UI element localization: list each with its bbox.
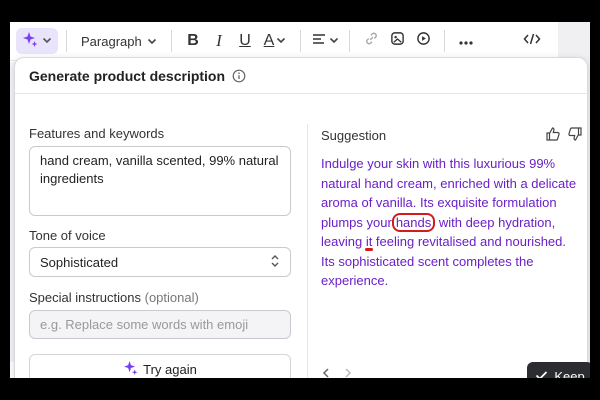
source-code-button[interactable] xyxy=(517,28,547,54)
keep-button[interactable]: Keep xyxy=(527,362,590,378)
editor-toolbar: Paragraph B I U A xyxy=(10,22,558,61)
text-color-icon: A xyxy=(263,32,275,49)
ai-assistant-button[interactable] xyxy=(16,28,58,54)
suggestion-pager xyxy=(321,366,353,378)
italic-icon: I xyxy=(216,31,222,50)
column-divider xyxy=(307,124,308,378)
media-icon xyxy=(416,31,431,51)
toolbar-divider xyxy=(300,30,301,52)
instructions-input[interactable]: e.g. Replace some words with emoji xyxy=(29,310,291,339)
generate-description-panel: Generate product description Features an… xyxy=(14,57,590,378)
chevron-down-icon xyxy=(329,32,339,50)
link-button[interactable] xyxy=(358,28,384,54)
suggestion-text: Indulge your skin with this luxurious 99… xyxy=(321,154,579,291)
toolbar-divider xyxy=(66,30,67,52)
unfold-icon xyxy=(270,254,280,271)
chevron-down-icon xyxy=(147,34,157,49)
ai-sparkle-icon xyxy=(22,31,38,52)
features-label: Features and keywords xyxy=(29,126,165,141)
thumbs-down-icon[interactable] xyxy=(567,126,583,147)
underline-button[interactable]: U xyxy=(232,28,258,54)
underline-icon: U xyxy=(239,32,251,49)
align-icon xyxy=(312,32,326,50)
paragraph-style-select[interactable]: Paragraph xyxy=(75,28,163,54)
circled-word-annotation: hands xyxy=(391,212,436,232)
align-button[interactable] xyxy=(309,28,341,54)
link-icon xyxy=(364,31,379,51)
chevron-left-icon[interactable] xyxy=(321,366,331,378)
panel-title: Generate product description xyxy=(29,67,226,84)
media-button[interactable] xyxy=(410,28,436,54)
thumbs-up-icon[interactable] xyxy=(545,126,561,147)
info-icon[interactable] xyxy=(232,69,246,83)
try-again-button[interactable]: Try again xyxy=(29,354,291,378)
panel-header: Generate product description xyxy=(15,58,587,94)
image-button[interactable] xyxy=(384,28,410,54)
sparkle-icon xyxy=(123,360,138,378)
toolbar-divider xyxy=(171,30,172,52)
chevron-down-icon xyxy=(276,32,286,50)
tone-value: Sophisticated xyxy=(40,254,119,270)
try-again-label: Try again xyxy=(143,361,197,377)
tone-select[interactable]: Sophisticated xyxy=(29,247,291,277)
check-icon xyxy=(535,369,548,378)
bold-icon: B xyxy=(187,32,199,49)
marked-word-annotation: it xyxy=(364,232,373,252)
features-textarea[interactable]: hand cream, vanilla scented, 99% natural… xyxy=(29,146,291,216)
bold-button[interactable]: B xyxy=(180,28,206,54)
more-icon xyxy=(458,32,474,50)
tone-label: Tone of voice xyxy=(29,228,106,243)
image-icon xyxy=(390,31,405,51)
chevron-right-icon[interactable] xyxy=(343,366,353,378)
instructions-label-text: Special instructions xyxy=(29,290,141,305)
text-color-button[interactable]: A xyxy=(258,28,292,54)
suggestion-label: Suggestion xyxy=(321,128,387,143)
more-button[interactable] xyxy=(453,28,479,54)
toolbar-divider xyxy=(444,30,445,52)
chevron-down-icon xyxy=(42,32,52,50)
instructions-label: Special instructions (optional) xyxy=(29,290,199,305)
keep-label: Keep xyxy=(554,368,585,379)
editor-window: Paragraph B I U A Generate product descr… xyxy=(10,22,590,378)
source-code-icon xyxy=(523,32,541,51)
feedback-buttons xyxy=(545,126,583,147)
italic-button[interactable]: I xyxy=(206,28,232,54)
paragraph-style-label: Paragraph xyxy=(81,33,142,49)
optional-hint: (optional) xyxy=(144,290,199,305)
toolbar-divider xyxy=(349,30,350,52)
